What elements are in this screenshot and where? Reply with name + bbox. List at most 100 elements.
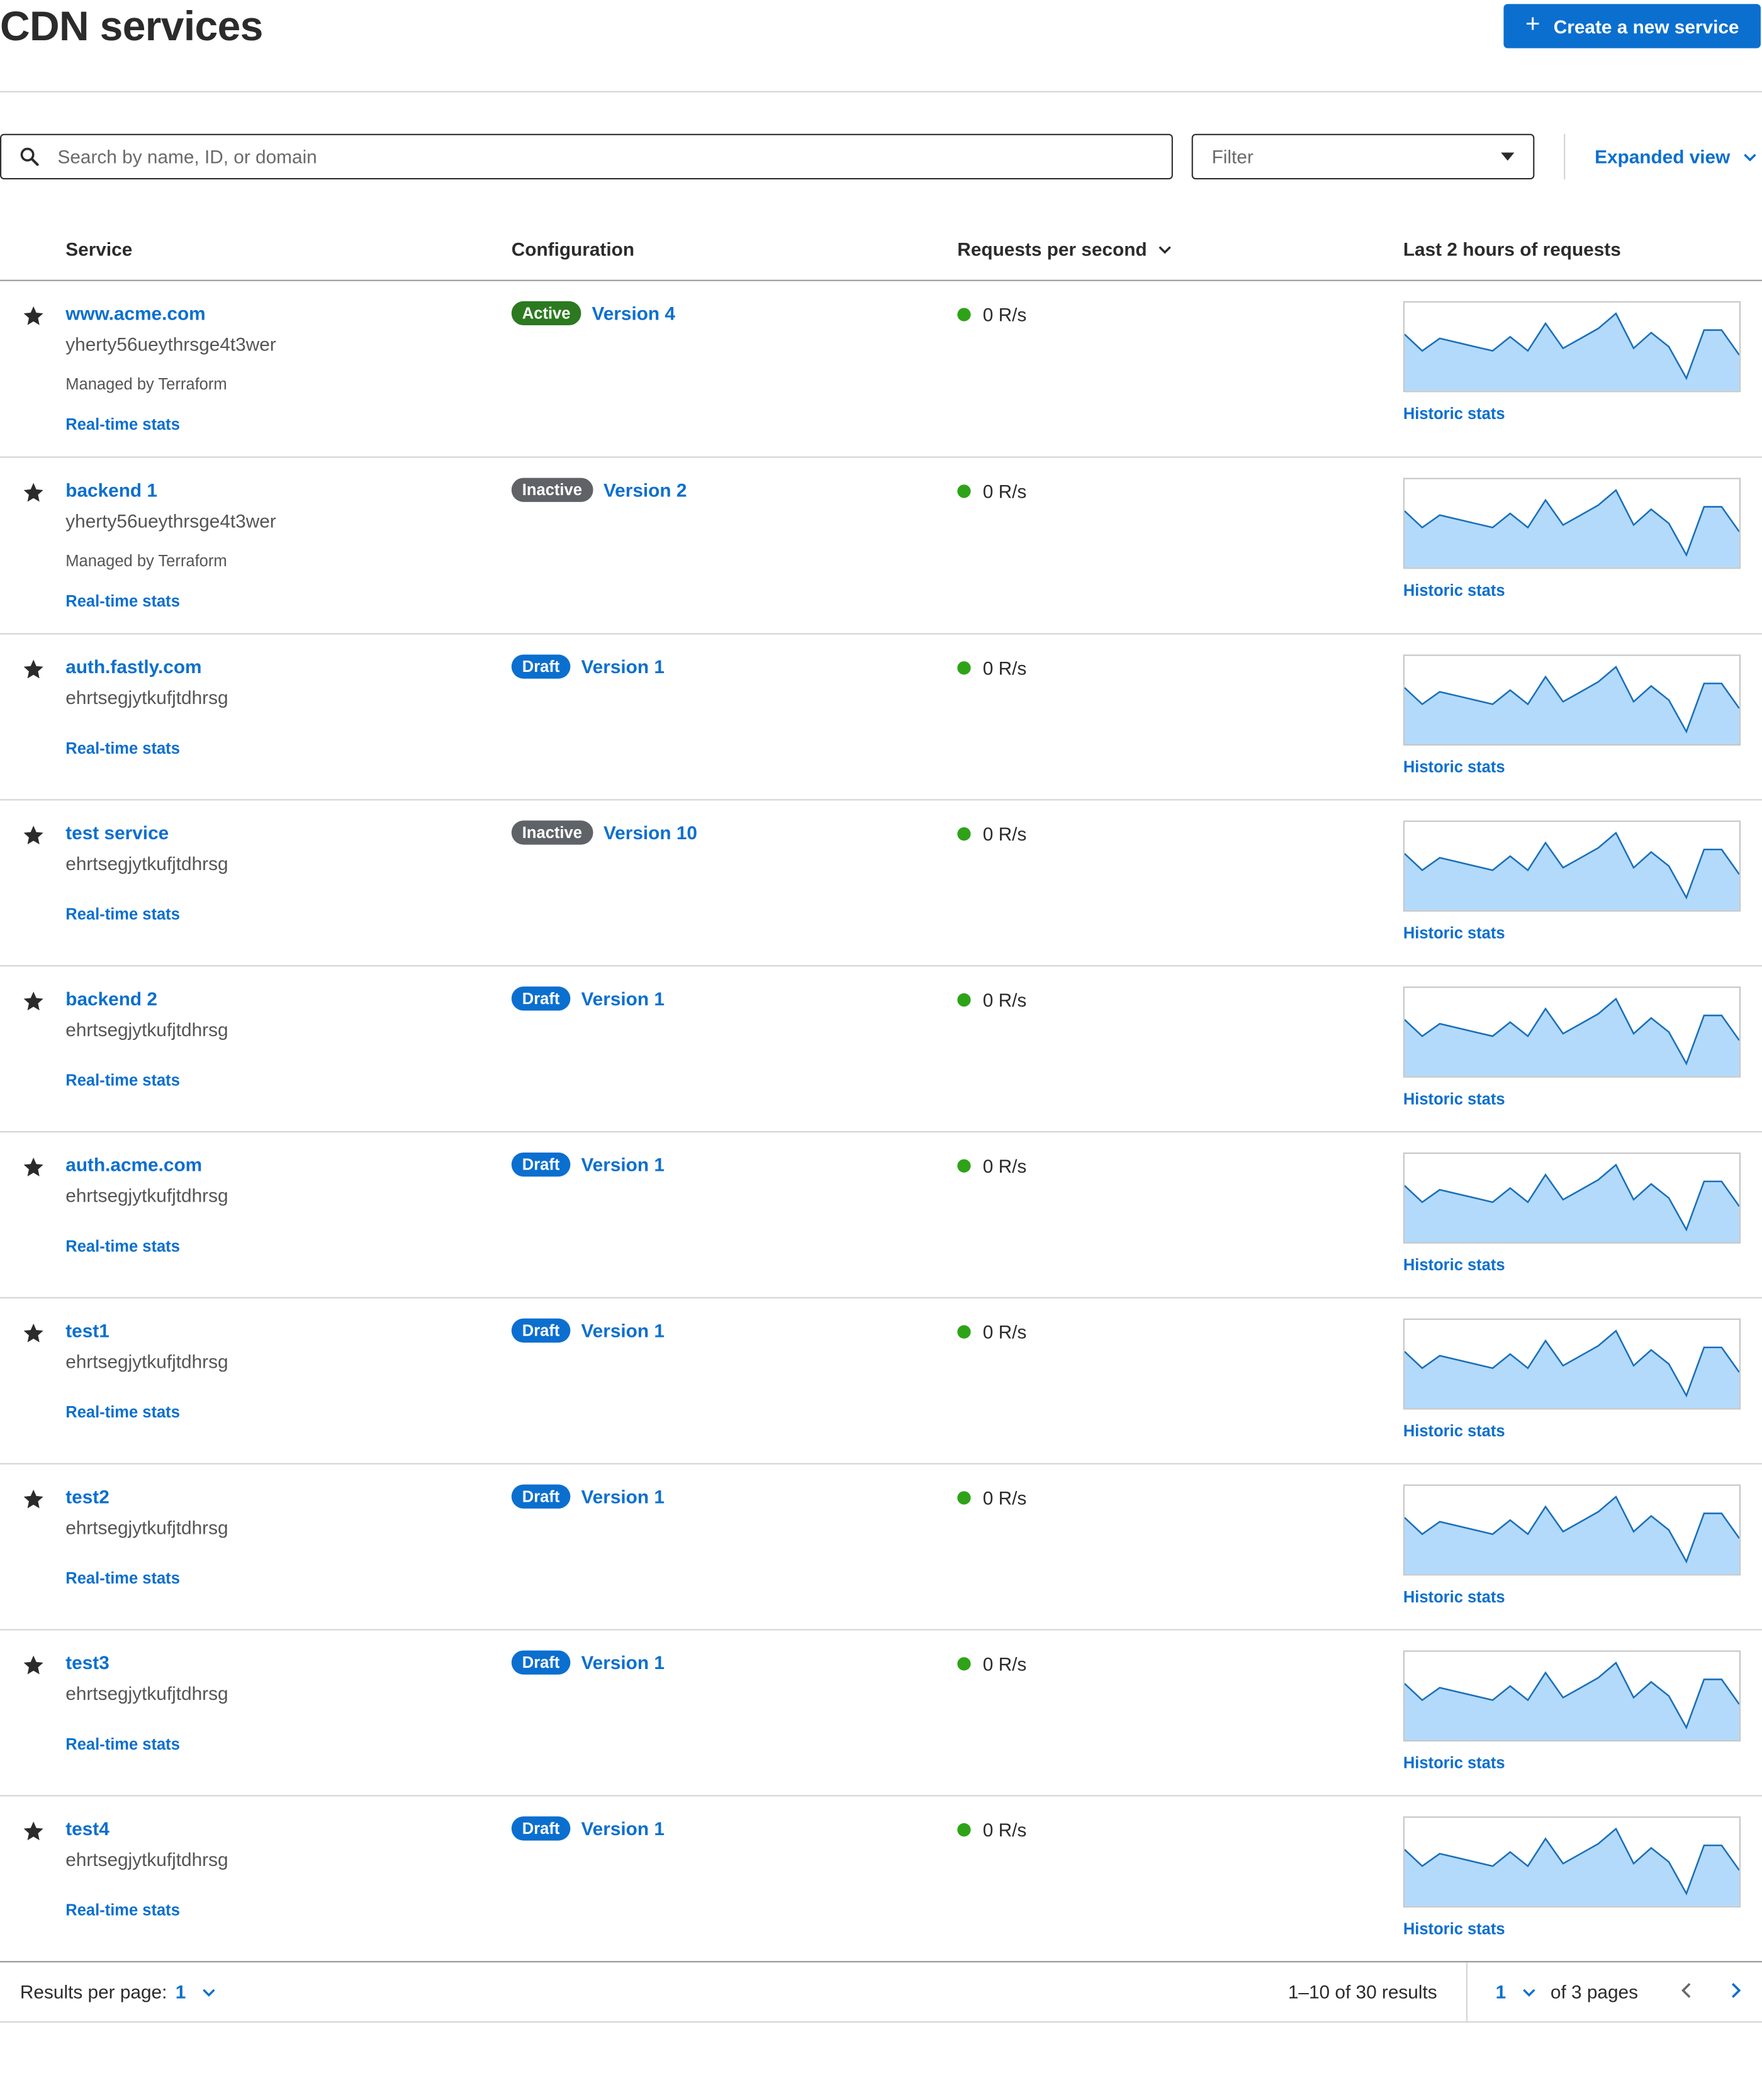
version-link[interactable]: Version 2 <box>603 479 687 501</box>
version-link[interactable]: Version 1 <box>581 1652 664 1673</box>
requests-sparkline[interactable] <box>1403 1318 1741 1410</box>
requests-sparkline[interactable] <box>1403 1484 1741 1576</box>
requests-sparkline[interactable] <box>1403 820 1741 912</box>
version-link[interactable]: Version 1 <box>581 1154 664 1175</box>
real-time-stats-link[interactable]: Real-time stats <box>65 415 180 434</box>
service-name-link[interactable]: www.acme.com <box>65 303 205 324</box>
star-icon[interactable] <box>23 1488 44 1510</box>
star-icon[interactable] <box>23 990 44 1012</box>
historic-stats-link[interactable]: Historic stats <box>1403 1587 1505 1606</box>
requests-per-second-value: 0 R/s <box>982 989 1027 1011</box>
star-icon[interactable] <box>23 825 44 846</box>
historic-stats-link[interactable]: Historic stats <box>1403 924 1505 942</box>
status-dot-icon <box>957 1325 971 1339</box>
requests-sparkline[interactable] <box>1403 301 1741 393</box>
service-name-link[interactable]: auth.fastly.com <box>65 656 201 678</box>
real-time-stats-link[interactable]: Real-time stats <box>65 1734 180 1753</box>
next-page-button[interactable] <box>1724 1980 1746 2001</box>
historic-stats-link[interactable]: Historic stats <box>1403 1753 1505 1772</box>
requests-per-second-value: 0 R/s <box>982 480 1027 502</box>
star-icon[interactable] <box>23 305 44 327</box>
real-time-stats-link[interactable]: Real-time stats <box>65 1237 180 1256</box>
search-input[interactable] <box>55 144 1172 169</box>
star-icon[interactable] <box>23 1156 44 1178</box>
service-id: ehrtsegjytkufjtdhrsg <box>65 1516 228 1538</box>
status-badge: Draft <box>511 1650 571 1675</box>
real-time-stats-link[interactable]: Real-time stats <box>65 1901 180 1919</box>
requests-sparkline[interactable] <box>1403 1650 1741 1742</box>
version-link[interactable]: Version 1 <box>581 988 664 1009</box>
search-box[interactable] <box>0 133 1173 180</box>
real-time-stats-link[interactable]: Real-time stats <box>65 1071 180 1090</box>
sparkline-area <box>1404 832 1739 910</box>
real-time-stats-link[interactable]: Real-time stats <box>65 1403 180 1422</box>
star-icon[interactable] <box>23 1655 44 1676</box>
expanded-view-toggle[interactable]: Expanded view <box>1595 134 1757 179</box>
results-per-page-select[interactable]: 1 <box>176 1981 215 2002</box>
service-name-link[interactable]: backend 2 <box>65 988 157 1009</box>
filter-placeholder: Filter <box>1211 145 1254 167</box>
status-dot-icon <box>957 661 971 675</box>
requests-per-second-value: 0 R/s <box>982 1653 1027 1675</box>
requests-sparkline[interactable] <box>1403 654 1741 746</box>
sparkline-area <box>1404 490 1739 568</box>
status-badge: Draft <box>511 654 571 679</box>
service-id: ehrtsegjytkufjtdhrsg <box>65 1682 228 1704</box>
version-link[interactable]: Version 1 <box>581 1818 664 1839</box>
service-name-link[interactable]: test1 <box>65 1320 109 1341</box>
total-pages: of 3 pages <box>1550 1980 1639 2003</box>
service-name-link[interactable]: test3 <box>65 1652 109 1673</box>
historic-stats-link[interactable]: Historic stats <box>1403 1422 1505 1441</box>
column-header-requests-per-second[interactable]: Requests per second <box>957 238 1171 260</box>
service-name-link[interactable]: auth.acme.com <box>65 1154 202 1175</box>
version-link[interactable]: Version 10 <box>603 822 697 843</box>
star-icon[interactable] <box>23 1322 44 1344</box>
previous-page-button[interactable] <box>1676 1980 1698 2001</box>
results-per-page-value: 1 <box>175 1980 186 2003</box>
table-row: auth.acme.com ehrtsegjytkufjtdhrsg Real-ti… <box>0 1132 1762 1299</box>
star-icon[interactable] <box>23 1821 44 1842</box>
real-time-stats-link[interactable]: Real-time stats <box>65 1569 180 1588</box>
version-link[interactable]: Version 1 <box>581 656 664 678</box>
create-service-button[interactable]: + Create a new service <box>1503 4 1761 48</box>
configuration-cell: Draft Version 1 <box>511 654 665 679</box>
historic-stats-link[interactable]: Historic stats <box>1403 757 1505 776</box>
requests-per-second-cell: 0 R/s <box>957 1487 1026 1509</box>
star-icon[interactable] <box>23 482 44 503</box>
sparkline-chart <box>1404 1827 1739 1906</box>
sparkline-chart <box>1404 1163 1739 1243</box>
requests-per-second-value: 0 R/s <box>982 1155 1027 1177</box>
service-id: ehrtsegjytkufjtdhrsg <box>65 1019 228 1041</box>
requests-sparkline[interactable] <box>1403 478 1741 569</box>
chevron-down-icon <box>1158 245 1170 254</box>
toolbar-divider <box>1564 133 1566 180</box>
chevron-down-icon <box>202 1988 215 1996</box>
sparkline-chart <box>1404 489 1739 568</box>
historic-stats-link[interactable]: Historic stats <box>1403 1256 1505 1275</box>
real-time-stats-link[interactable]: Real-time stats <box>65 591 180 610</box>
service-name-link[interactable]: test service <box>65 822 169 843</box>
status-dot-icon <box>957 308 971 321</box>
caret-down-icon <box>1501 152 1515 161</box>
version-link[interactable]: Version 1 <box>581 1486 664 1507</box>
star-icon[interactable] <box>23 659 44 680</box>
requests-sparkline[interactable] <box>1403 1152 1741 1244</box>
status-badge: Draft <box>511 1152 571 1177</box>
historic-stats-link[interactable]: Historic stats <box>1403 581 1505 600</box>
historic-stats-link[interactable]: Historic stats <box>1403 1919 1505 1938</box>
page-select[interactable]: 1 <box>1496 1981 1535 2002</box>
service-name-link[interactable]: test4 <box>65 1818 109 1839</box>
filter-select[interactable]: Filter <box>1191 133 1535 180</box>
requests-sparkline[interactable] <box>1403 1816 1741 1907</box>
historic-stats-link[interactable]: Historic stats <box>1403 405 1505 423</box>
requests-sparkline[interactable] <box>1403 986 1741 1078</box>
service-name-link[interactable]: backend 1 <box>65 479 157 501</box>
real-time-stats-link[interactable]: Real-time stats <box>65 905 180 924</box>
requests-per-second-value: 0 R/s <box>982 1321 1027 1343</box>
service-name-link[interactable]: test2 <box>65 1486 109 1507</box>
requests-per-second-value: 0 R/s <box>982 823 1027 845</box>
version-link[interactable]: Version 1 <box>581 1320 664 1341</box>
real-time-stats-link[interactable]: Real-time stats <box>65 739 180 757</box>
version-link[interactable]: Version 4 <box>592 303 675 324</box>
historic-stats-link[interactable]: Historic stats <box>1403 1090 1505 1109</box>
